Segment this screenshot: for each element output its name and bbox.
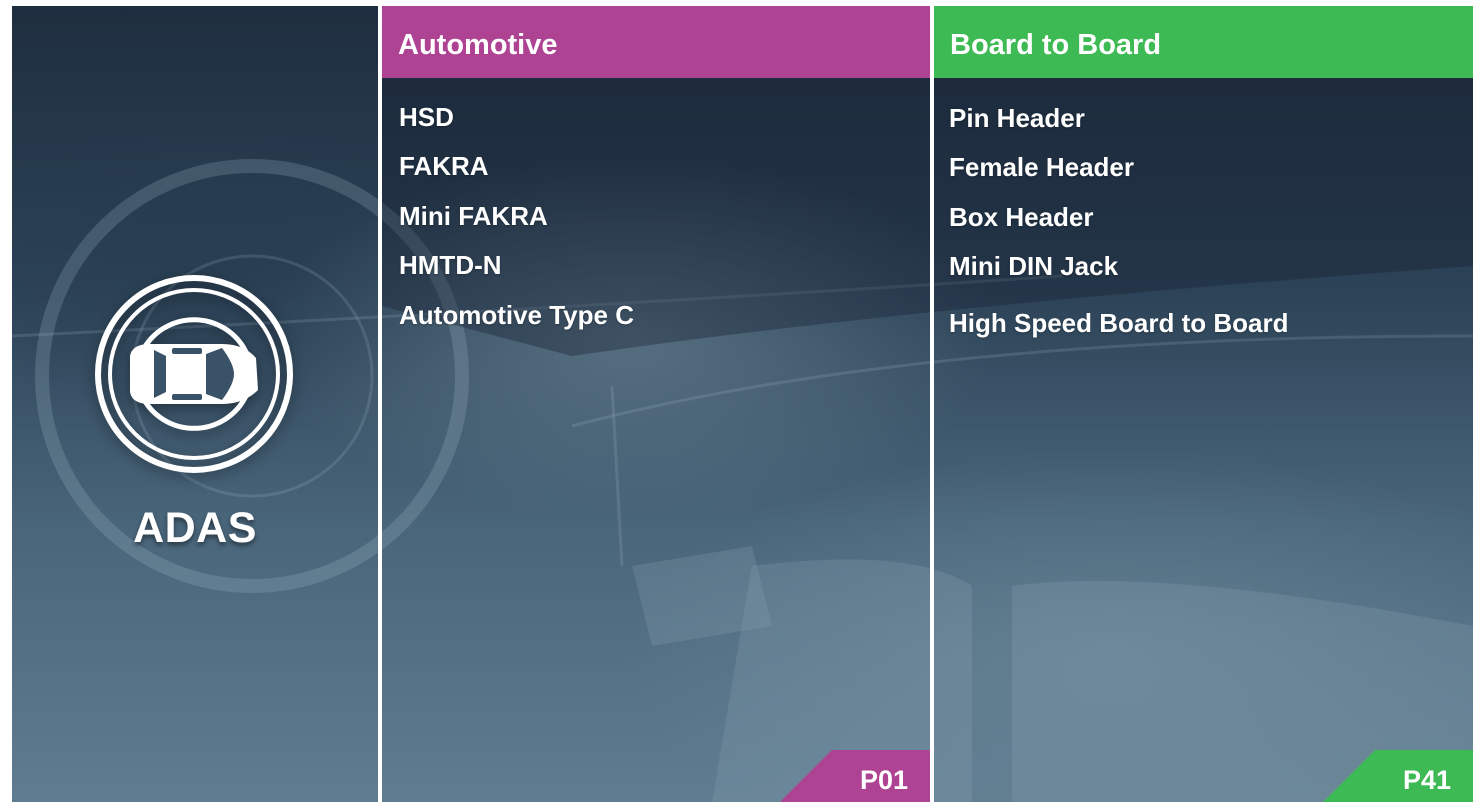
- adas-title: ADAS: [133, 504, 257, 552]
- car-sensor-icon: [95, 275, 293, 473]
- board-item-high-speed[interactable]: High Speed Board to Board: [949, 308, 1288, 339]
- board-to-board-header: Board to Board: [934, 6, 1473, 78]
- board-item-pin-header[interactable]: Pin Header: [949, 103, 1085, 134]
- automotive-page-tag[interactable]: P01: [780, 750, 930, 802]
- board-item-box-header[interactable]: Box Header: [949, 202, 1094, 233]
- adas-panel: ADAS: [12, 6, 378, 802]
- automotive-item-hsd[interactable]: HSD: [399, 102, 454, 133]
- automotive-item-fakra[interactable]: FAKRA: [399, 151, 489, 182]
- board-item-female-header[interactable]: Female Header: [949, 152, 1134, 183]
- automotive-item-type-c[interactable]: Automotive Type C: [399, 300, 634, 331]
- board-to-board-page-tag[interactable]: P41: [1323, 750, 1473, 802]
- automotive-item-mini-fakra[interactable]: Mini FAKRA: [399, 201, 548, 232]
- automotive-column: Automotive HSD FAKRA Mini FAKRA HMTD-N A…: [382, 6, 930, 802]
- automotive-item-hmtd-n[interactable]: HMTD-N: [399, 250, 502, 281]
- catalog-panel: ADAS Automotive HSD FAKRA Mini FAKRA HMT…: [12, 6, 1473, 802]
- board-item-mini-din-jack[interactable]: Mini DIN Jack: [949, 251, 1118, 282]
- automotive-header: Automotive: [382, 6, 930, 78]
- board-to-board-column: Board to Board Pin Header Female Header …: [934, 6, 1473, 802]
